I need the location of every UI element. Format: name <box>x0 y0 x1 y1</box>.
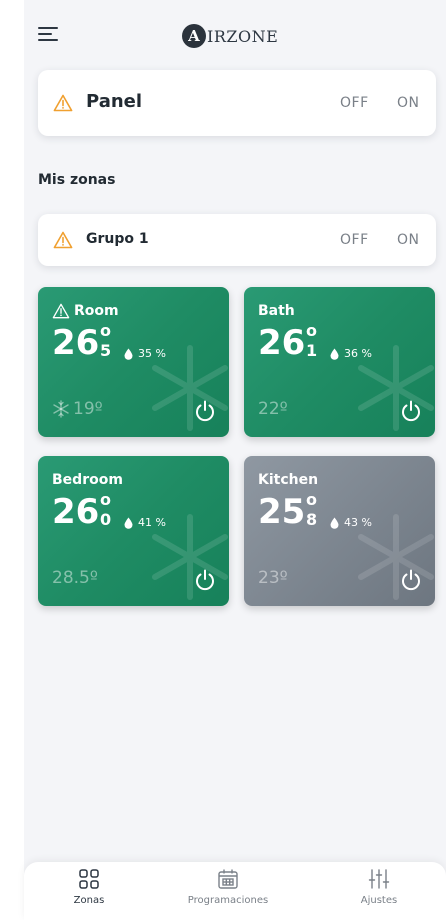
power-icon[interactable] <box>193 399 217 423</box>
power-icon[interactable] <box>399 568 423 592</box>
zone-name: Room <box>74 303 119 319</box>
zone-setpoint: 22º <box>258 399 288 419</box>
app-header: A IRZONE <box>24 0 446 68</box>
logo-text: IRZONE <box>207 26 279 46</box>
zone-card-kitchen[interactable]: Kitchen 25 o 8 43 % 23º <box>244 456 435 606</box>
zone-humidity: 36 % <box>330 347 372 360</box>
zone-humidity: 41 % <box>124 516 166 529</box>
group-card[interactable]: Grupo 1 OFF ON <box>38 214 436 266</box>
zone-humidity-value: 43 % <box>344 516 372 529</box>
app-screen: A IRZONE Panel OFF ON Mis zonas Grupo 1 … <box>24 0 446 920</box>
water-drop-icon <box>124 517 133 529</box>
logo-letter-badge: A <box>182 24 206 48</box>
panel-off-button[interactable]: OFF <box>340 95 369 111</box>
water-drop-icon <box>330 348 339 360</box>
warning-triangle-icon <box>52 303 70 319</box>
nav-item-ajustes[interactable]: Ajustes <box>324 868 434 906</box>
nav-label-zonas: Zonas <box>73 895 105 906</box>
calendar-icon <box>218 869 238 889</box>
zone-humidity: 43 % <box>330 516 372 529</box>
zone-setpoint: 19º <box>52 399 103 419</box>
warning-triangle-icon <box>53 94 73 112</box>
airzone-logo: A IRZONE <box>182 24 278 48</box>
zone-setpoint-value: 28.5º <box>52 568 98 588</box>
zone-temperature: 26 <box>258 323 306 363</box>
zone-humidity-value: 41 % <box>138 516 166 529</box>
panel-card[interactable]: Panel OFF ON <box>38 70 436 136</box>
zone-temperature-decimal: 8 <box>306 510 318 529</box>
zone-degree-symbol: o <box>100 490 111 509</box>
logo-letter: A <box>188 27 200 45</box>
nav-label-programaciones: Programaciones <box>187 895 269 906</box>
power-icon[interactable] <box>399 399 423 423</box>
zone-degree-symbol: o <box>100 321 111 340</box>
panel-title: Panel <box>86 91 143 112</box>
zone-temperature: 26 <box>52 323 100 363</box>
nav-item-zonas[interactable]: Zonas <box>34 868 144 906</box>
zone-name-row: Bedroom <box>52 472 123 488</box>
water-drop-icon <box>330 517 339 529</box>
nav-item-programaciones[interactable]: Programaciones <box>173 868 283 906</box>
zone-name-row: Bath <box>258 303 295 319</box>
zone-setpoint-value: 19º <box>73 399 103 419</box>
zone-card-bedroom[interactable]: Bedroom 26 o 0 41 % 28.5º <box>38 456 229 606</box>
zone-humidity-value: 36 % <box>344 347 372 360</box>
water-drop-icon <box>124 348 133 360</box>
zone-setpoint: 23º <box>258 568 288 588</box>
panel-on-button[interactable]: ON <box>397 95 420 111</box>
zone-setpoint-value: 22º <box>258 399 288 419</box>
group-on-button[interactable]: ON <box>397 232 420 248</box>
zone-name: Bedroom <box>52 472 123 488</box>
zone-degree-symbol: o <box>306 321 317 340</box>
grid-icon <box>79 869 99 889</box>
zone-setpoint: 28.5º <box>52 568 98 588</box>
zone-temperature: 26 <box>52 492 100 532</box>
sliders-icon <box>368 869 390 889</box>
zone-name-row: Kitchen <box>258 472 318 488</box>
zone-temperature-decimal: 1 <box>306 341 318 360</box>
bottom-navigation: Zonas Programaciones Ajustes <box>24 862 446 920</box>
warning-triangle-icon <box>53 231 73 249</box>
zone-temperature: 25 <box>258 492 306 532</box>
section-title: Mis zonas <box>38 172 116 188</box>
zone-card-room[interactable]: Room 26 o 5 35 % 19º <box>38 287 229 437</box>
zone-temperature-decimal: 0 <box>100 510 112 529</box>
zone-setpoint-value: 23º <box>258 568 288 588</box>
zone-name: Bath <box>258 303 295 319</box>
zone-degree-symbol: o <box>306 490 317 509</box>
zone-temperature-decimal: 5 <box>100 341 112 360</box>
hamburger-menu-icon[interactable] <box>38 24 62 44</box>
power-icon[interactable] <box>193 568 217 592</box>
nav-label-ajustes: Ajustes <box>360 895 398 906</box>
zone-name: Kitchen <box>258 472 319 488</box>
zone-name-row: Room <box>52 303 119 319</box>
group-title: Grupo 1 <box>86 231 149 247</box>
zone-card-bath[interactable]: Bath 26 o 1 36 % 22º <box>244 287 435 437</box>
group-off-button[interactable]: OFF <box>340 232 369 248</box>
zone-humidity-value: 35 % <box>138 347 166 360</box>
zone-humidity: 35 % <box>124 347 166 360</box>
snowflake-icon <box>53 400 69 418</box>
